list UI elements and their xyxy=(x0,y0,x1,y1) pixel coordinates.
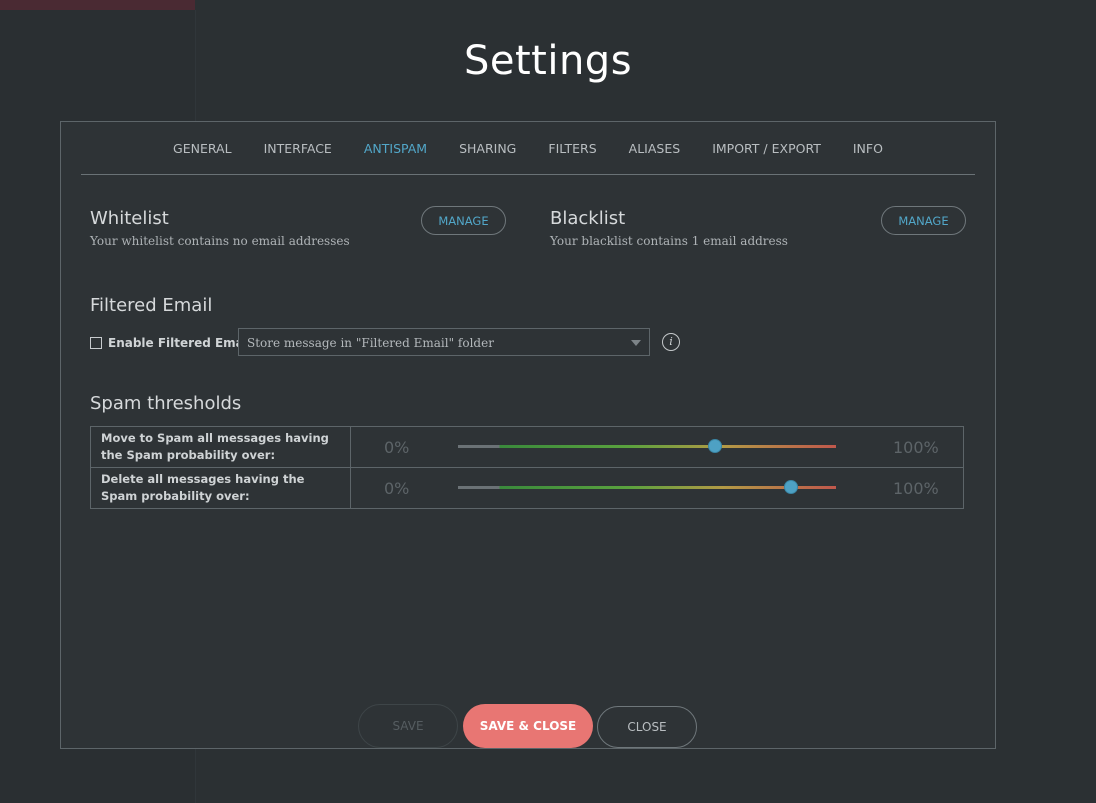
spam-thresholds-title: Spam thresholds xyxy=(90,393,242,414)
threshold-row-delete: Delete all messages having the Spam prob… xyxy=(91,468,963,508)
tab-antispam[interactable]: ANTISPAM xyxy=(348,141,443,156)
threshold-label: Move to Spam all messages having the Spa… xyxy=(91,427,351,467)
chevron-down-icon xyxy=(631,340,641,346)
blacklist-title: Blacklist xyxy=(550,208,626,229)
tab-filters[interactable]: FILTERS xyxy=(532,141,612,156)
save-button[interactable]: SAVE xyxy=(358,704,458,748)
background-topbar xyxy=(0,0,195,10)
info-icon[interactable]: i xyxy=(662,333,680,351)
tab-import-export[interactable]: IMPORT / EXPORT xyxy=(696,141,837,156)
close-button[interactable]: CLOSE xyxy=(597,706,697,748)
tab-interface[interactable]: INTERFACE xyxy=(248,141,348,156)
filtered-email-action-select[interactable]: Store message in "Filtered Email" folder xyxy=(238,328,650,356)
tab-info[interactable]: INFO xyxy=(837,141,899,156)
settings-tabs: GENERAL INTERFACE ANTISPAM SHARING FILTE… xyxy=(81,122,975,175)
filtered-email-select-value: Store message in "Filtered Email" folder xyxy=(247,336,494,350)
threshold-label: Delete all messages having the Spam prob… xyxy=(91,468,351,508)
page-title: Settings xyxy=(463,38,633,84)
whitelist-manage-button[interactable]: MANAGE xyxy=(421,206,506,235)
enable-filtered-email-checkbox[interactable] xyxy=(90,337,102,349)
blacklist-subtitle: Your blacklist contains 1 email address xyxy=(550,234,788,248)
threshold-max-label: 100% xyxy=(893,438,939,457)
threshold-row-move: Move to Spam all messages having the Spa… xyxy=(91,427,963,468)
save-and-close-button[interactable]: SAVE & CLOSE xyxy=(463,704,593,748)
tab-aliases[interactable]: ALIASES xyxy=(613,141,697,156)
tab-sharing[interactable]: SHARING xyxy=(443,141,532,156)
threshold-max-label: 100% xyxy=(893,479,939,498)
threshold-slider-knob[interactable] xyxy=(783,480,798,494)
threshold-slider-track[interactable] xyxy=(458,445,836,448)
whitelist-subtitle: Your whitelist contains no email address… xyxy=(90,234,350,248)
threshold-slider-knob[interactable] xyxy=(708,439,723,453)
filtered-email-toggle-row[interactable]: Enable Filtered Email xyxy=(90,328,252,358)
tab-general[interactable]: GENERAL xyxy=(157,141,248,156)
filtered-email-title: Filtered Email xyxy=(90,295,213,316)
spam-thresholds-table: Move to Spam all messages having the Spa… xyxy=(90,426,964,509)
threshold-min-label: 0% xyxy=(384,479,410,498)
threshold-min-label: 0% xyxy=(384,438,410,457)
enable-filtered-email-label[interactable]: Enable Filtered Email xyxy=(108,336,252,350)
whitelist-title: Whitelist xyxy=(90,208,169,229)
blacklist-manage-button[interactable]: MANAGE xyxy=(881,206,966,235)
settings-modal: GENERAL INTERFACE ANTISPAM SHARING FILTE… xyxy=(60,121,996,749)
threshold-slider-track[interactable] xyxy=(458,486,836,489)
